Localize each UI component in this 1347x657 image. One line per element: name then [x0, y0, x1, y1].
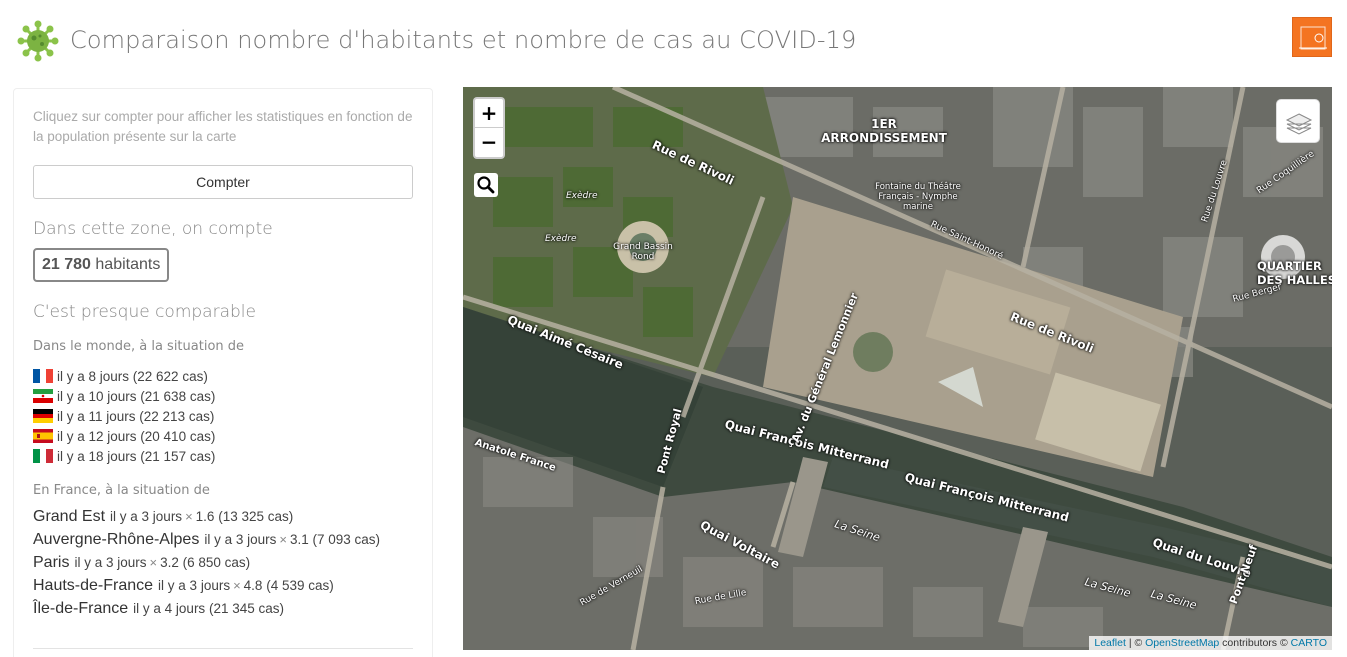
region-multiplier: 3.2: [160, 555, 179, 570]
region-ago: il y a 3 jours: [204, 532, 277, 547]
satellite-imagery: [463, 87, 1332, 650]
world-item-text: il y a 12 jours (20 410 cas): [57, 428, 216, 444]
comparable-heading: C'est presque comparable: [33, 302, 256, 322]
world-item-france: il y a 8 jours (22 622 cas): [33, 366, 413, 386]
map-label-poi: Exèdre: [545, 234, 577, 244]
osm-link[interactable]: OpenStreetMap: [1145, 637, 1219, 649]
world-item-iran: il y a 10 jours (21 638 cas): [33, 386, 413, 406]
world-item-germany: il y a 11 jours (22 213 cas): [33, 406, 413, 426]
virus-icon: [17, 20, 59, 62]
region-cases: (4 539 cas): [266, 578, 334, 593]
map-attribution: Leaflet | © OpenStreetMap contributors ©…: [1089, 636, 1332, 650]
world-item-italy: il y a 18 jours (21 157 cas): [33, 446, 413, 466]
region-cases: (21 345 cas): [208, 601, 284, 616]
region-name: Hauts-de-France: [33, 577, 154, 594]
region-name: Auvergne-Rhône-Alpes: [33, 531, 200, 548]
spain-flag: [33, 429, 53, 443]
leaflet-link[interactable]: Leaflet: [1094, 637, 1126, 649]
divider: [33, 648, 413, 649]
world-item-text: il y a 11 jours (22 213 cas): [57, 408, 215, 424]
layers-button[interactable]: [1276, 99, 1320, 143]
region-multiplier: 3.1: [289, 532, 309, 547]
zoom-in-button[interactable]: +: [475, 99, 503, 128]
region-ago: il y a 3 jours: [110, 509, 183, 524]
world-item-text: il y a 8 jours (22 622 cas): [57, 368, 208, 384]
map-label-poi: Fontaine du Théâtre Français - Nymphe ma…: [875, 182, 961, 212]
france-flag: [33, 369, 53, 383]
map-label-district: QUARTIER DES HALLES: [1257, 259, 1332, 287]
search-icon: [477, 176, 495, 194]
population-value: 21 780: [42, 256, 91, 273]
attribution-contrib: contributors ©: [1219, 637, 1291, 649]
map-search-button[interactable]: [474, 173, 498, 197]
carto-link[interactable]: CARTO: [1291, 637, 1327, 649]
map-label-poi: Exèdre: [566, 191, 598, 201]
times-icon: ×: [149, 555, 158, 570]
italy-flag: [33, 449, 53, 463]
world-item-spain: il y a 12 jours (20 410 cas): [33, 426, 413, 446]
times-icon: ×: [279, 532, 287, 547]
layers-icon: [1285, 113, 1313, 135]
region-cases: (13 325 cas): [218, 509, 294, 524]
world-heading: Dans le monde, à la situation de: [33, 339, 245, 354]
france-list: Grand Est il y a 3 jours × 1.6 (13 325 c…: [33, 508, 413, 623]
france-heading: En France, à la situation de: [33, 483, 210, 498]
world-item-text: il y a 10 jours (21 638 cas): [57, 388, 216, 404]
region-ago: il y a 4 jours: [133, 601, 206, 616]
map-view[interactable]: 1ER ARRONDISSEMENT Rue de Rivoli Rue de …: [463, 87, 1332, 650]
world-list: il y a 8 jours (22 622 cas) il y a 10 jo…: [33, 366, 413, 466]
region-multiplier: 4.8: [243, 578, 263, 593]
region-cases: (7 093 cas): [312, 532, 381, 547]
help-text: Cliquez sur compter pour afficher les st…: [33, 109, 413, 144]
france-item: Hauts-de-France il y a 3 jours × 4.8 (4 …: [33, 577, 413, 600]
region-name: Paris: [33, 554, 70, 571]
count-button[interactable]: Compter: [33, 165, 413, 199]
embed-button[interactable]: [1292, 17, 1332, 57]
region-name: Île-de-France: [33, 600, 129, 617]
embed-icon: [1299, 26, 1327, 50]
region-multiplier: 1.6: [195, 509, 215, 524]
population-unit: habitants: [95, 256, 161, 273]
page-title: Comparaison nombre d'habitants et nombre…: [70, 26, 857, 54]
times-icon: ×: [185, 509, 193, 524]
zone-heading: Dans cette zone, on compte: [33, 219, 273, 239]
map-label-poi: Grand Bassin Rond: [613, 242, 673, 262]
zoom-out-button[interactable]: −: [475, 128, 503, 157]
france-item: Paris il y a 3 jours × 3.2 (6 850 cas): [33, 554, 413, 577]
times-icon: ×: [233, 578, 241, 593]
region-cases: (6 850 cas): [182, 555, 251, 570]
world-item-text: il y a 18 jours (21 157 cas): [57, 448, 216, 464]
region-ago: il y a 3 jours: [74, 555, 147, 570]
map-label-arrondissement: 1ER ARRONDISSEMENT: [821, 117, 947, 145]
germany-flag: [33, 409, 53, 423]
region-name: Grand Est: [33, 508, 106, 525]
population-badge: 21 780 habitants: [33, 248, 170, 282]
france-item: Île-de-France il y a 4 jours (21 345 cas…: [33, 600, 413, 623]
france-item: Auvergne-Rhône-Alpes il y a 3 jours × 3.…: [33, 531, 413, 554]
region-ago: il y a 3 jours: [158, 578, 231, 593]
france-item: Grand Est il y a 3 jours × 1.6 (13 325 c…: [33, 508, 413, 531]
app-header: Comparaison nombre d'habitants et nombre…: [0, 0, 1347, 80]
iran-flag: [33, 389, 53, 403]
stats-panel: Cliquez sur compter pour afficher les st…: [13, 88, 433, 657]
attribution-sep: | ©: [1125, 637, 1146, 649]
zoom-control: + −: [473, 97, 505, 159]
